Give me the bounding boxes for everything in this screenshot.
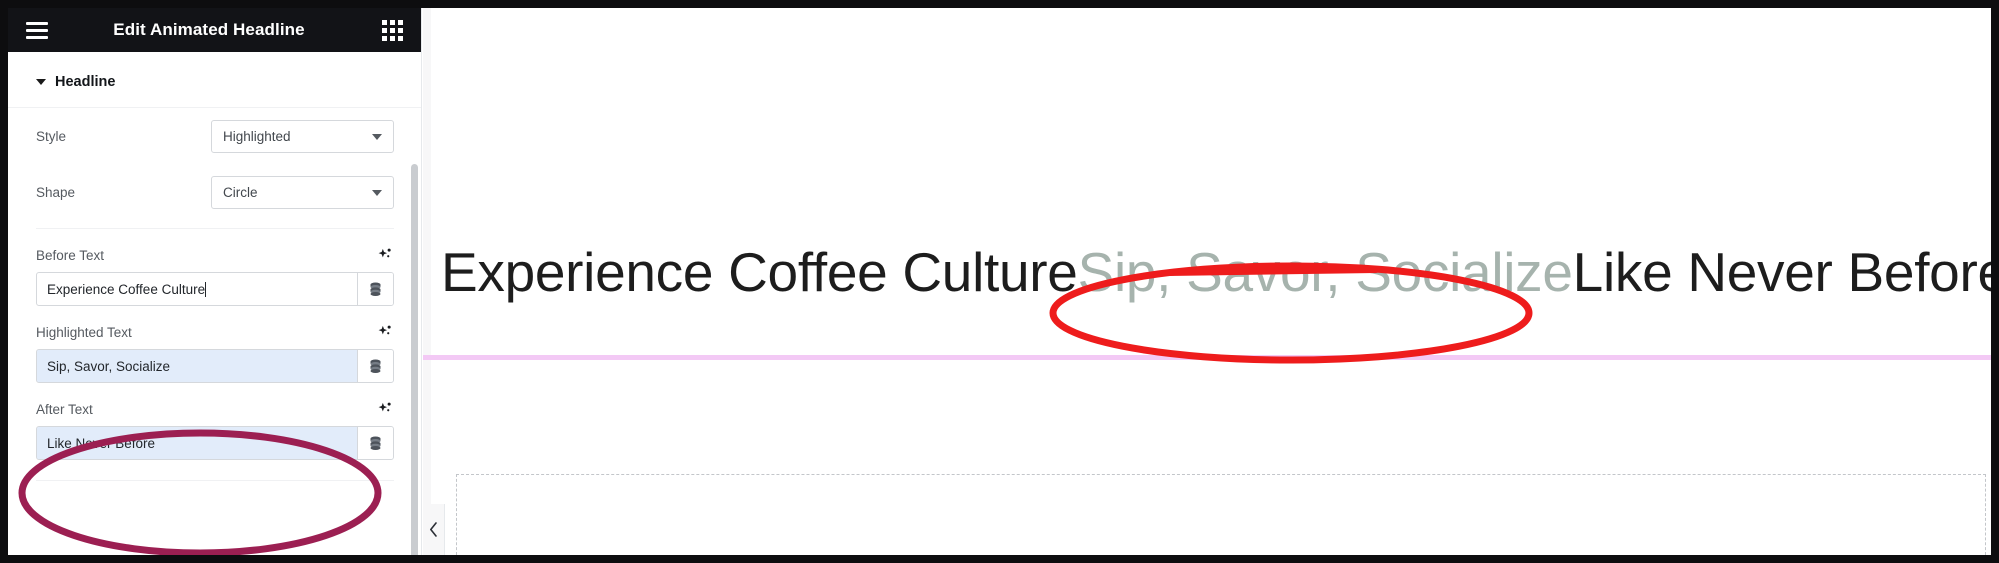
before-text-input-wrap[interactable]: Experience Coffee Culture (36, 272, 394, 306)
shape-label: Shape (36, 184, 76, 200)
shape-select-value: Circle (223, 184, 258, 200)
database-glyph (370, 282, 381, 296)
ai-sparkle-icon[interactable] (376, 323, 394, 341)
control-row-style: Style Highlighted (8, 108, 421, 164)
animated-headline: Experience Coffee CultureSip, Savor, Soc… (441, 242, 1991, 303)
style-select[interactable]: Highlighted (211, 119, 394, 153)
after-text-label: After Text (36, 401, 93, 417)
highlighted-text-label: Highlighted Text (36, 324, 132, 340)
control-row-shape: Shape Circle (8, 164, 421, 220)
section-header-label: Headline (55, 74, 116, 90)
dynamic-tags-database-icon[interactable] (357, 427, 393, 459)
chevron-down-icon (372, 190, 382, 196)
panel-title: Edit Animated Headline (113, 20, 305, 39)
panel-scrollbar-thumb[interactable] (411, 164, 418, 555)
highlighted-text-input[interactable]: Sip, Savor, Socialize (37, 350, 357, 382)
database-glyph (370, 359, 381, 373)
empty-section-dropzone[interactable] (456, 474, 1986, 555)
dynamic-tags-database-icon[interactable] (357, 350, 393, 382)
before-text-header: Before Text (36, 229, 394, 272)
panel-collapse-button[interactable] (423, 504, 445, 555)
before-text-input[interactable]: Experience Coffee Culture (37, 273, 357, 305)
editor-panel: Edit Animated Headline Headline Style Hi… (8, 8, 422, 555)
field-group-after-text: After Text Like Never Before (8, 383, 421, 460)
after-text-input[interactable]: Like Never Before (37, 427, 357, 459)
app-frame: Edit Animated Headline Headline Style Hi… (8, 8, 1991, 555)
field-group-before-text: Before Text Experience Coffee Culture (8, 229, 421, 306)
ai-sparkle-icon[interactable] (376, 400, 394, 418)
section-divider-rule (423, 355, 1991, 360)
highlighted-text-input-wrap[interactable]: Sip, Savor, Socialize (36, 349, 394, 383)
after-text-value: Like Never Before (47, 435, 156, 451)
caret-down-icon (36, 79, 46, 85)
panel-body: Headline Style Highlighted Shape Circle (8, 52, 421, 555)
chevron-down-icon (372, 134, 382, 140)
chevron-left-icon (430, 522, 437, 537)
before-text-label: Before Text (36, 247, 105, 263)
database-glyph (370, 436, 381, 450)
style-select-value: Highlighted (223, 128, 291, 144)
headline-before-text: Experience Coffee Culture (441, 240, 1078, 303)
panel-header: Edit Animated Headline (8, 8, 421, 52)
panel-scrollbar-track[interactable] (411, 52, 420, 555)
shape-select[interactable]: Circle (211, 175, 394, 209)
before-text-value: Experience Coffee Culture (47, 281, 206, 297)
dynamic-tags-database-icon[interactable] (357, 273, 393, 305)
headline-after-text: Like Never Before (1572, 240, 1991, 303)
panel-divider-bottom (36, 480, 394, 481)
text-caret (205, 281, 207, 297)
apps-grid-glyph (381, 19, 403, 41)
highlighted-text-header: Highlighted Text (36, 306, 394, 349)
field-group-highlighted-text: Highlighted Text Sip, Savor, Socialize (8, 306, 421, 383)
after-text-header: After Text (36, 383, 394, 426)
highlighted-text-value: Sip, Savor, Socialize (47, 358, 171, 374)
after-text-input-wrap[interactable]: Like Never Before (36, 426, 394, 460)
section-header-headline[interactable]: Headline (8, 52, 421, 108)
preview-canvas: Experience Coffee CultureSip, Savor, Soc… (423, 8, 1991, 555)
apps-grid-icon[interactable] (362, 8, 421, 52)
ai-sparkle-icon[interactable] (376, 246, 394, 264)
headline-highlighted-text: Sip, Savor, Socialize (1077, 240, 1573, 303)
style-label: Style (36, 128, 67, 144)
canvas-left-strip (423, 8, 431, 504)
